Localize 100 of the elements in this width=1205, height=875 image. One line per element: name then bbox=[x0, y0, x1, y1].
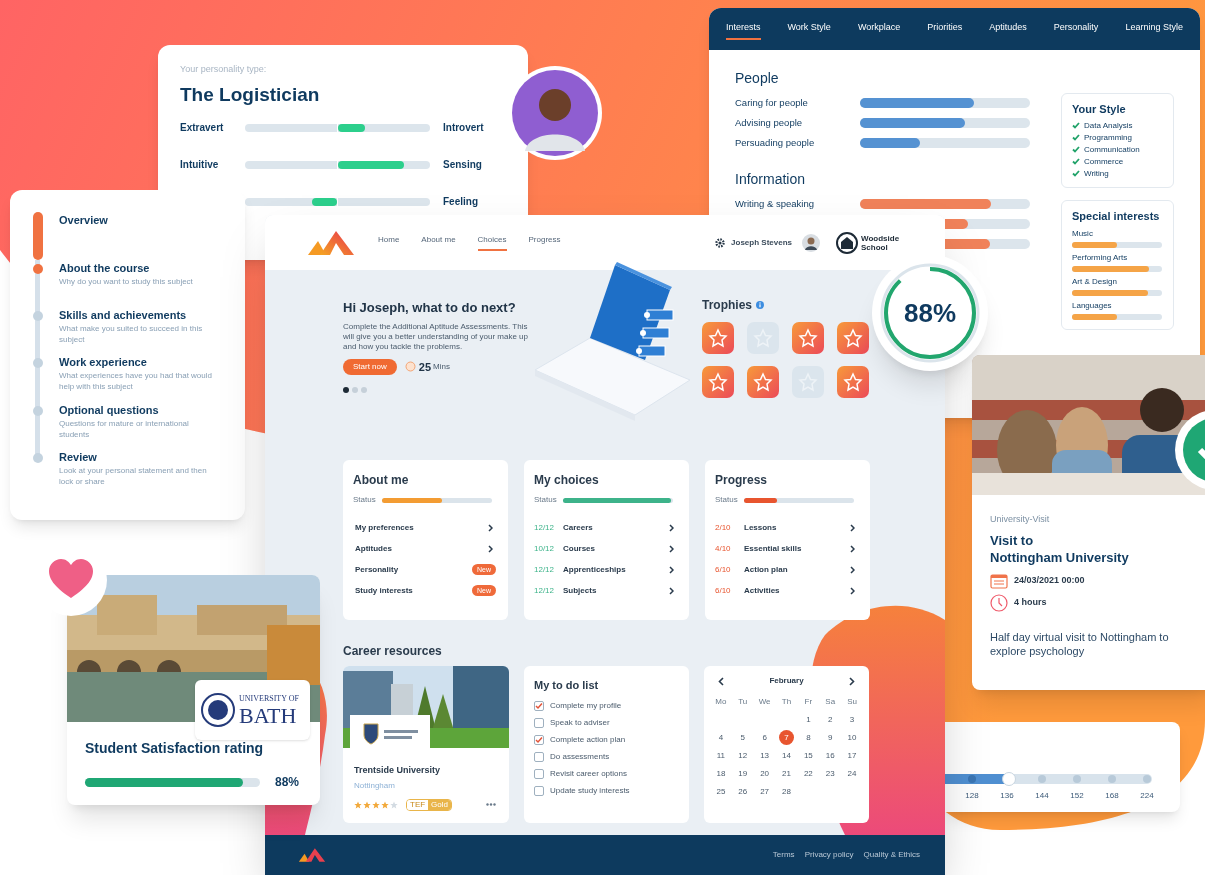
list-item[interactable]: Courses bbox=[563, 542, 595, 555]
chevron-icon[interactable] bbox=[669, 565, 674, 574]
list-item[interactable]: Apprenticeships bbox=[563, 563, 626, 576]
nav-link[interactable]: Progress bbox=[528, 234, 561, 251]
chevron-icon[interactable] bbox=[488, 544, 493, 553]
list-item[interactable]: My preferences bbox=[355, 521, 414, 534]
calendar-day[interactable]: 19 bbox=[738, 767, 748, 780]
calendar-day[interactable]: 2 bbox=[828, 713, 833, 726]
calendar-day[interactable]: 6 bbox=[762, 731, 767, 744]
card-title: The Logistician bbox=[180, 82, 321, 107]
calendar-day[interactable]: 9 bbox=[828, 731, 833, 744]
tab[interactable]: Aptitudes bbox=[989, 18, 1027, 40]
step-description: Questions for mature or international students bbox=[59, 418, 190, 440]
calendar-day[interactable]: 7 bbox=[779, 730, 794, 745]
calendar-day[interactable]: 27 bbox=[760, 785, 770, 798]
chevron-icon[interactable] bbox=[850, 586, 855, 595]
checkbox[interactable] bbox=[534, 786, 544, 796]
calendar-day[interactable]: 13 bbox=[760, 749, 770, 762]
settings-icon[interactable] bbox=[715, 237, 726, 248]
list-item[interactable]: Careers bbox=[563, 521, 593, 534]
calendar-day[interactable]: 1 bbox=[806, 713, 811, 726]
interest-label: Persuading people bbox=[735, 136, 815, 148]
step-title[interactable]: Review bbox=[59, 449, 219, 465]
calendar-day[interactable]: 11 bbox=[716, 749, 726, 762]
footer-link[interactable]: Terms bbox=[772, 849, 795, 861]
step-description: Look at your personal statement and then lock or share bbox=[59, 465, 208, 487]
calendar-day[interactable]: 4 bbox=[718, 731, 724, 744]
user-name[interactable]: Joseph Stevens bbox=[731, 236, 792, 249]
checkbox[interactable] bbox=[534, 752, 544, 762]
tab[interactable]: Workplace bbox=[857, 18, 901, 40]
avatar[interactable] bbox=[802, 233, 820, 252]
chevron-icon[interactable] bbox=[488, 523, 493, 532]
calendar-icon bbox=[990, 572, 1008, 589]
nav-link[interactable]: Choices bbox=[477, 234, 507, 251]
calendar-day[interactable]: 8 bbox=[806, 731, 811, 744]
event-category: University-Visit bbox=[990, 513, 1051, 526]
tab[interactable]: Personality bbox=[1053, 18, 1099, 40]
trait-label: Feeling bbox=[443, 195, 478, 209]
footer-link[interactable]: Privacy policy bbox=[804, 849, 854, 861]
chevron-icon[interactable] bbox=[669, 544, 674, 553]
calendar-day[interactable]: 16 bbox=[825, 749, 835, 762]
list-item[interactable]: Activities bbox=[744, 584, 780, 597]
chevron-icon[interactable] bbox=[850, 544, 855, 553]
calendar-day[interactable]: 18 bbox=[716, 767, 726, 780]
trait-label: Introvert bbox=[443, 121, 484, 135]
footer-link[interactable]: Quality & Ethics bbox=[863, 849, 920, 861]
calendar-day[interactable]: 15 bbox=[803, 749, 813, 762]
list-item[interactable]: Study interests bbox=[355, 584, 413, 597]
calendar-day[interactable]: 26 bbox=[738, 785, 748, 798]
nav-link[interactable]: About me bbox=[421, 234, 456, 251]
chevron-icon[interactable] bbox=[850, 523, 855, 532]
section-title: People bbox=[735, 69, 780, 88]
step-title[interactable]: Overview bbox=[59, 212, 219, 228]
calendar-day[interactable]: 3 bbox=[849, 713, 855, 726]
tab[interactable]: Interests bbox=[726, 18, 761, 40]
chevron-icon[interactable] bbox=[850, 565, 855, 574]
list-item[interactable]: Subjects bbox=[563, 584, 597, 597]
greeting-title: Hi Joseph, what to do next? bbox=[343, 299, 517, 317]
slider-thumb[interactable] bbox=[1002, 772, 1017, 786]
checkbox[interactable] bbox=[534, 718, 544, 728]
tab[interactable]: Work Style bbox=[787, 18, 831, 40]
chevron-icon[interactable] bbox=[669, 523, 674, 532]
step-title[interactable]: About the course bbox=[59, 260, 219, 276]
step-title[interactable]: Skills and achievements bbox=[59, 307, 219, 323]
list-item[interactable]: Action plan bbox=[744, 563, 788, 576]
list-item[interactable]: Personality bbox=[355, 563, 399, 576]
slider-stop bbox=[1038, 775, 1046, 783]
checkbox[interactable] bbox=[534, 735, 544, 745]
calendar-day[interactable]: 10 bbox=[847, 731, 857, 744]
step-description: Why do you want to study this subject bbox=[59, 276, 194, 287]
calendar-day[interactable]: 22 bbox=[803, 767, 813, 780]
calendar-day[interactable]: 5 bbox=[740, 731, 745, 744]
calendar-day[interactable]: 23 bbox=[825, 767, 835, 780]
tab[interactable]: Learning Style bbox=[1125, 18, 1183, 40]
calendar-day[interactable]: 17 bbox=[847, 749, 857, 762]
previous-icon[interactable] bbox=[718, 676, 724, 686]
interest-label: Caring for people bbox=[735, 96, 808, 108]
checkbox[interactable] bbox=[534, 701, 544, 711]
next-icon[interactable] bbox=[849, 676, 855, 686]
checkbox[interactable] bbox=[534, 769, 544, 779]
chevron-icon[interactable] bbox=[669, 586, 674, 595]
list-item[interactable]: Lessons bbox=[744, 521, 777, 534]
nav-link[interactable]: Home bbox=[378, 234, 400, 251]
calendar-day[interactable]: 21 bbox=[782, 767, 791, 780]
calendar-day[interactable]: 25 bbox=[716, 785, 726, 798]
step-title[interactable]: Work experience bbox=[59, 354, 219, 370]
list-item[interactable]: Aptitudes bbox=[355, 542, 392, 555]
style-item: Data Analysis bbox=[1084, 119, 1133, 132]
list-item[interactable]: Essential skills bbox=[744, 542, 802, 555]
tick-label: 128 bbox=[964, 790, 980, 802]
tab[interactable]: Priorities bbox=[927, 18, 963, 40]
more-icon[interactable] bbox=[486, 803, 496, 806]
calendar-day[interactable]: 12 bbox=[738, 749, 748, 762]
calendar-day[interactable]: 20 bbox=[760, 767, 770, 780]
calendar-day[interactable]: 24 bbox=[847, 767, 857, 780]
calendar-day[interactable]: 28 bbox=[782, 785, 791, 798]
calendar-day[interactable]: 14 bbox=[782, 749, 791, 762]
card-title: About me bbox=[353, 472, 410, 489]
info-icon[interactable] bbox=[756, 301, 764, 309]
step-title[interactable]: Optional questions bbox=[59, 402, 219, 418]
